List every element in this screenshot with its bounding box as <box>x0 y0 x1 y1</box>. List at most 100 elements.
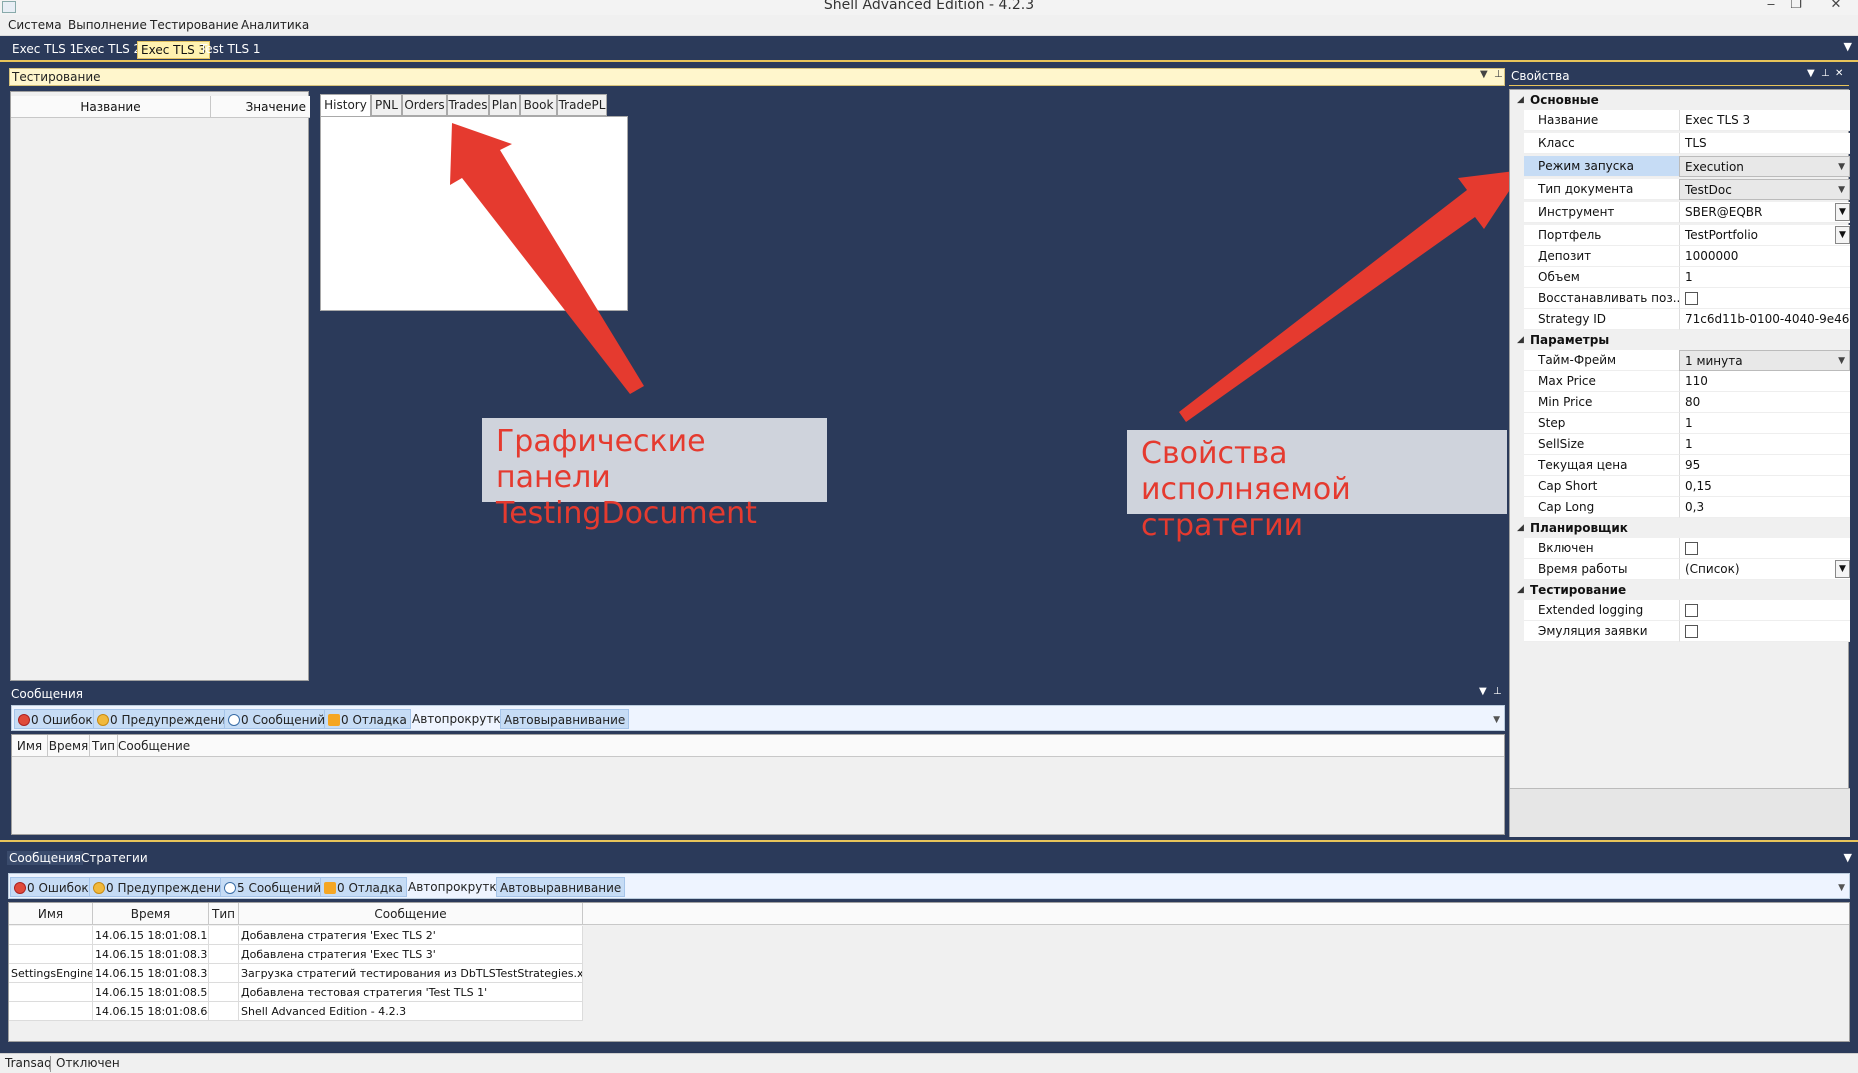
autoalign-button[interactable]: Автовыравнивание <box>500 709 630 729</box>
chevron-down-icon[interactable]: ▼ <box>1835 203 1850 221</box>
tab-exec-tls-1[interactable]: Exec TLS 1 <box>9 41 80 59</box>
work-time-select[interactable]: (Список) ▼ <box>1679 559 1850 580</box>
property-row[interactable]: Депозит 1000000 <box>1510 246 1850 267</box>
autoalign-button[interactable]: Автовыравнивание <box>496 877 626 897</box>
order-emulation-checkbox[interactable] <box>1685 625 1698 638</box>
property-row[interactable]: Название Exec TLS 3 <box>1510 110 1850 131</box>
property-value[interactable]: Exec TLS 3 <box>1679 110 1850 131</box>
property-value[interactable]: 110 <box>1679 371 1850 392</box>
column-message[interactable]: Сообщение <box>239 903 583 925</box>
property-row[interactable]: Включен <box>1510 538 1850 559</box>
portfolio-select[interactable]: TestPortfolio ▼ <box>1679 225 1850 246</box>
tabs-menu-icon[interactable]: ▼ <box>1844 40 1852 53</box>
category-params[interactable]: ◢ Параметры <box>1510 330 1850 350</box>
property-row[interactable]: Strategy ID71c6d11b-0100-4040-9e46-527! <box>1510 309 1850 330</box>
dropdown-icon[interactable]: ▼ <box>1807 68 1815 79</box>
table-row[interactable]: SettingsEngine 14.06.15 18:01:08.301 Заг… <box>9 964 583 983</box>
property-row-doc-type[interactable]: Тип документа TestDoc ▼ <box>1510 179 1850 200</box>
property-row[interactable]: Step 1 <box>1510 413 1850 434</box>
category-main[interactable]: ◢ Основные <box>1510 90 1850 110</box>
toolbar-overflow-icon[interactable]: ▼ <box>1838 883 1845 893</box>
debug-filter-button[interactable]: 0 Отладка <box>324 709 411 729</box>
close-icon[interactable]: ✕ <box>1821 0 1851 12</box>
property-row-portfolio[interactable]: Портфель TestPortfolio ▼ <box>1510 225 1850 246</box>
column-type[interactable]: Тип <box>209 903 239 925</box>
property-row-instrument[interactable]: Инструмент SBER@EQBR ▼ <box>1510 202 1850 223</box>
chevron-down-icon[interactable]: ▼ <box>1835 226 1850 244</box>
property-row[interactable]: Восстанавливать поз... <box>1510 288 1850 309</box>
menu-execution[interactable]: Выполнение <box>68 18 147 32</box>
doc-type-select[interactable]: TestDoc ▼ <box>1679 179 1850 200</box>
timeframe-select[interactable]: 1 минута ▼ <box>1679 350 1850 371</box>
property-row-launch-mode[interactable]: Режим запуска Execution ▼ <box>1510 156 1850 177</box>
table-row[interactable]: 14.06.15 18:01:08.645 Shell Advanced Edi… <box>9 1002 583 1021</box>
tab-tradepl[interactable]: TradePL <box>557 94 607 116</box>
property-row[interactable]: Класс TLS <box>1510 133 1850 154</box>
chevron-down-icon[interactable]: ▼ <box>1838 180 1845 199</box>
column-time[interactable]: Время <box>48 735 90 757</box>
instrument-select[interactable]: SBER@EQBR ▼ <box>1679 202 1850 223</box>
tab-test-tls-1[interactable]: Test TLS 1 <box>197 41 264 59</box>
property-row[interactable]: Extended logging <box>1510 600 1850 621</box>
column-name[interactable]: Имя <box>9 903 93 925</box>
pin-icon[interactable]: ⊥ <box>1821 68 1830 79</box>
chevron-down-icon[interactable]: ▼ <box>1838 157 1845 176</box>
pin-icon[interactable]: ⊥ <box>1493 686 1502 697</box>
menu-system[interactable]: Система <box>8 18 62 32</box>
category-scheduler[interactable]: ◢ Планировщик <box>1510 518 1850 538</box>
collapse-icon[interactable]: ◢ <box>1517 330 1524 350</box>
tabs-menu-icon[interactable]: ▼ <box>1844 851 1852 864</box>
messages-filter-button[interactable]: 0 Сообщений <box>224 709 330 729</box>
tab-strategies[interactable]: Стратегии <box>79 851 150 865</box>
collapse-icon[interactable]: ◢ <box>1517 580 1524 600</box>
tab-trades[interactable]: Trades <box>447 94 489 116</box>
property-value[interactable]: 1 <box>1679 434 1850 455</box>
extended-logging-checkbox[interactable] <box>1685 604 1698 617</box>
errors-filter-button[interactable]: 0 Ошибок <box>10 877 93 897</box>
tab-orders[interactable]: Orders <box>402 94 447 116</box>
property-row-timeframe[interactable]: Тайм-Фрейм 1 минута ▼ <box>1510 350 1850 371</box>
autoscroll-button[interactable]: Автопрокрутка <box>409 709 511 729</box>
property-row[interactable]: Cap Long 0,3 <box>1510 497 1850 518</box>
tab-plan[interactable]: Plan <box>489 94 520 116</box>
property-value[interactable]: 0,3 <box>1679 497 1850 518</box>
launch-mode-select[interactable]: Execution ▼ <box>1679 156 1850 177</box>
restore-position-checkbox[interactable] <box>1685 292 1698 305</box>
tab-pnl[interactable]: PNL <box>371 94 402 116</box>
property-value[interactable]: 71c6d11b-0100-4040-9e46-527! <box>1679 309 1850 330</box>
chevron-down-icon[interactable]: ▼ <box>1838 351 1845 370</box>
autoscroll-button[interactable]: Автопрокрутка <box>405 877 507 897</box>
warnings-filter-button[interactable]: 0 Предупреждений <box>89 877 234 897</box>
property-row[interactable]: Max Price 110 <box>1510 371 1850 392</box>
column-time[interactable]: Время <box>93 903 209 925</box>
property-value[interactable]: 1 <box>1679 413 1850 434</box>
category-testing[interactable]: ◢ Тестирование <box>1510 580 1850 600</box>
table-row[interactable]: 14.06.15 18:01:08.551 Добавлена тестовая… <box>9 983 583 1002</box>
property-row[interactable]: SellSize 1 <box>1510 434 1850 455</box>
toolbar-overflow-icon[interactable]: ▼ <box>1493 715 1500 725</box>
table-row[interactable]: 14.06.15 18:01:08.301 Добавлена стратеги… <box>9 945 583 964</box>
close-icon[interactable]: ✕ <box>1835 68 1843 79</box>
property-value[interactable]: 0,15 <box>1679 476 1850 497</box>
chevron-down-icon[interactable]: ▼ <box>1835 560 1850 578</box>
property-row[interactable]: Эмуляция заявки <box>1510 621 1850 642</box>
messages-filter-button[interactable]: 5 Сообщений <box>220 877 326 897</box>
collapse-icon[interactable]: ◢ <box>1517 518 1524 538</box>
property-row[interactable]: Объем 1 <box>1510 267 1850 288</box>
column-type[interactable]: Тип <box>90 735 118 757</box>
property-value[interactable]: 80 <box>1679 392 1850 413</box>
table-row[interactable]: 14.06.15 18:01:08.130 Добавлена стратеги… <box>9 926 583 945</box>
warnings-filter-button[interactable]: 0 Предупреждений <box>93 709 238 729</box>
column-value[interactable]: Значение <box>211 96 310 118</box>
property-row[interactable]: Текущая цена 95 <box>1510 455 1850 476</box>
pin-icon[interactable]: ⊥ <box>1494 69 1503 80</box>
property-value[interactable]: 1000000 <box>1679 246 1850 267</box>
property-row[interactable]: Cap Short 0,15 <box>1510 476 1850 497</box>
debug-filter-button[interactable]: 0 Отладка <box>320 877 407 897</box>
dropdown-icon[interactable]: ▼ <box>1480 69 1488 80</box>
column-message[interactable]: Сообщение <box>118 735 190 757</box>
tab-exec-tls-2[interactable]: Exec TLS 2 <box>73 41 144 59</box>
enabled-checkbox[interactable] <box>1685 542 1698 555</box>
menu-analytics[interactable]: Аналитика <box>241 18 309 32</box>
property-row[interactable]: Min Price 80 <box>1510 392 1850 413</box>
